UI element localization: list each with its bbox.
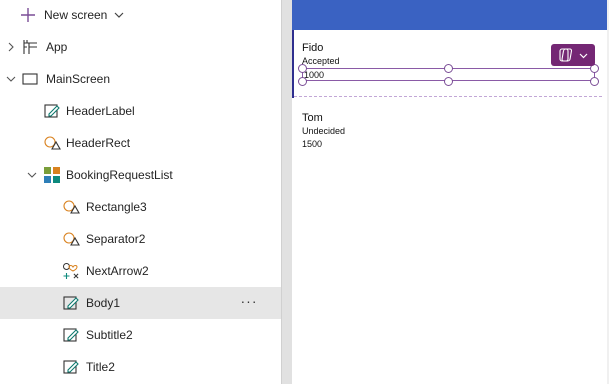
- tree-item-app[interactable]: App: [0, 31, 281, 63]
- label-edit-icon: [63, 328, 79, 342]
- tree-item-rectangle3[interactable]: Rectangle3: [0, 191, 281, 223]
- gallery-icon: [44, 167, 60, 183]
- record-title[interactable]: Fido: [302, 42, 323, 54]
- tree-item-nextarrow2[interactable]: NextArrow2: [0, 255, 281, 287]
- header-rect[interactable]: [292, 0, 609, 30]
- resize-handle[interactable]: [298, 77, 307, 86]
- plus-icon: [21, 8, 35, 22]
- screen-icon: [22, 73, 38, 85]
- label-edit-icon: [44, 104, 60, 118]
- tree-item-label: Body1: [86, 296, 121, 310]
- copilot-icon: [559, 48, 573, 62]
- tree-item-mainscreen[interactable]: MainScreen: [0, 63, 281, 95]
- tree-item-subtitle2[interactable]: Subtitle2: [0, 319, 281, 351]
- tree-item-label: HeaderLabel: [66, 104, 135, 118]
- record-subtitle[interactable]: Accepted: [302, 56, 340, 66]
- shapes-icon: [63, 200, 80, 214]
- copilot-button[interactable]: [551, 44, 595, 66]
- record-title[interactable]: Tom: [302, 112, 323, 124]
- chevron-right-icon[interactable]: [6, 42, 16, 52]
- tree-item-label: App: [46, 40, 68, 54]
- tree-item-bookingrequestlist[interactable]: BookingRequestList: [0, 159, 281, 191]
- tree-item-title2[interactable]: Title2: [0, 351, 281, 383]
- chevron-down-icon[interactable]: [6, 74, 16, 84]
- tree-item-label: Subtitle2: [86, 328, 133, 342]
- new-screen-button[interactable]: New screen: [0, 0, 281, 30]
- label-edit-icon: [63, 296, 79, 310]
- chevron-down-icon[interactable]: [27, 170, 37, 180]
- shapes-icon: [63, 232, 80, 246]
- resize-handle[interactable]: [590, 77, 599, 86]
- shapes-icon: [44, 136, 61, 150]
- resize-handle[interactable]: [444, 64, 453, 73]
- tree-item-label: Separator2: [86, 232, 146, 246]
- icons-icon: [63, 263, 79, 279]
- tree-item-label: NextArrow2: [86, 264, 149, 278]
- tree-item-label: Title2: [86, 360, 115, 374]
- chevron-down-icon: [579, 53, 588, 59]
- new-screen-label: New screen: [44, 8, 108, 22]
- design-canvas[interactable]: Fido Accepted 1000 Tom Undecided 1500: [292, 0, 609, 384]
- gallery-item-separator: [294, 96, 602, 97]
- tree-item-body1[interactable]: Body1 ···: [0, 287, 281, 319]
- tree-view-panel: New screen App MainScreen HeaderLabel He…: [0, 0, 281, 384]
- resize-handle[interactable]: [444, 77, 453, 86]
- tree-item-label: Rectangle3: [86, 200, 147, 214]
- label-edit-icon: [63, 360, 79, 374]
- tree-item-headerrect[interactable]: HeaderRect: [0, 127, 281, 159]
- resize-handle[interactable]: [298, 64, 307, 73]
- tree-item-separator2[interactable]: Separator2: [0, 223, 281, 255]
- record-body[interactable]: 1500: [302, 139, 322, 149]
- record-subtitle[interactable]: Undecided: [302, 126, 345, 136]
- more-options-button[interactable]: ···: [238, 294, 260, 312]
- tree-item-label: MainScreen: [46, 72, 111, 86]
- app-icon: [23, 40, 37, 54]
- panel-splitter[interactable]: [281, 0, 292, 384]
- tree-item-label: HeaderRect: [66, 136, 131, 150]
- tree-item-headerlabel[interactable]: HeaderLabel: [0, 95, 281, 127]
- tree-item-label: BookingRequestList: [66, 168, 173, 182]
- chevron-down-icon[interactable]: [113, 9, 125, 21]
